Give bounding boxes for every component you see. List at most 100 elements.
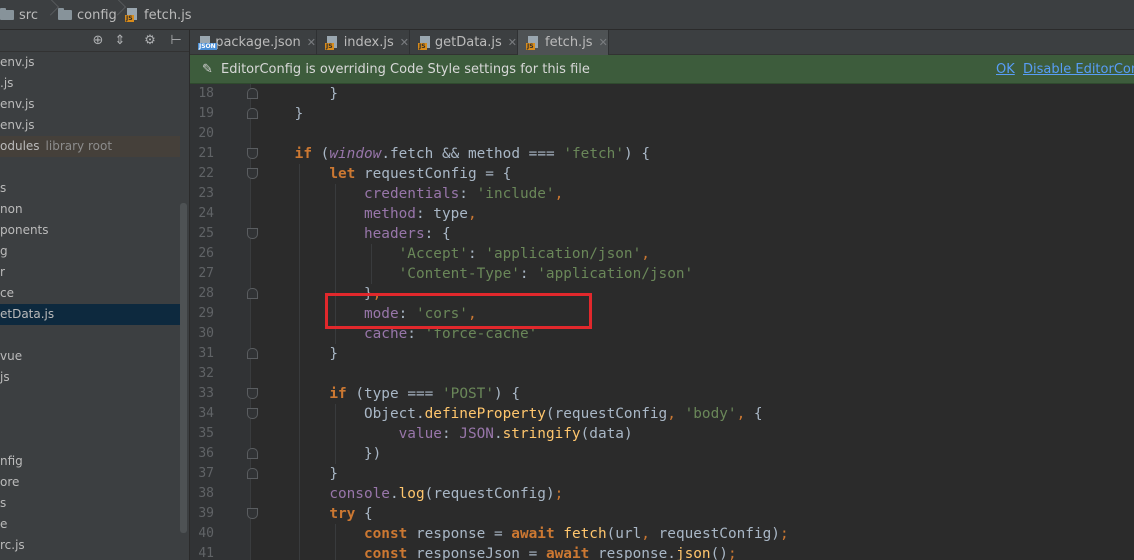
tree-item[interactable]: s bbox=[0, 493, 180, 514]
tree-item[interactable]: nfig bbox=[0, 451, 180, 472]
code-line[interactable]: 'Content-Type': 'application/json' bbox=[260, 264, 694, 284]
tree-item[interactable]: env.js bbox=[0, 115, 180, 136]
tree-item-label: e bbox=[0, 517, 8, 531]
code-line[interactable]: } bbox=[260, 344, 338, 364]
close-icon[interactable]: ✕ bbox=[307, 36, 316, 49]
line-number: 21 bbox=[198, 146, 214, 161]
breadcrumb-src[interactable]: src bbox=[0, 0, 38, 30]
line-number: 29 bbox=[198, 306, 214, 321]
code-line[interactable]: method: type, bbox=[260, 204, 477, 224]
fold-marker-icon[interactable] bbox=[247, 288, 258, 299]
breadcrumb-label: fetch.js bbox=[144, 7, 192, 23]
breadcrumb-fetch-js[interactable]: JS fetch.js bbox=[125, 0, 192, 30]
tree-item[interactable]: e bbox=[0, 514, 180, 535]
tab-index-js[interactable]: JS index.js ✕ bbox=[317, 30, 410, 55]
notification-ok-link[interactable]: OK bbox=[996, 55, 1015, 84]
tree-item-label: nfig bbox=[0, 454, 23, 468]
code-line[interactable]: console.log(requestConfig); bbox=[260, 484, 563, 504]
line-number: 39 bbox=[198, 506, 214, 521]
code-line[interactable]: 'Accept': 'application/json', bbox=[260, 244, 650, 264]
code-line[interactable]: headers: { bbox=[260, 224, 451, 244]
notification-text: EditorConfig is overriding Code Style se… bbox=[221, 62, 590, 77]
tree-item-label: ponents bbox=[0, 223, 49, 237]
code-line[interactable]: if (window.fetch && method === 'fetch') … bbox=[260, 144, 650, 164]
code-line[interactable]: Object.defineProperty(requestConfig, 'bo… bbox=[260, 404, 763, 424]
line-number: 25 bbox=[198, 226, 214, 241]
close-icon[interactable]: ✕ bbox=[508, 36, 517, 49]
fold-marker-icon[interactable] bbox=[247, 168, 258, 179]
library-root-label: library root bbox=[45, 139, 113, 153]
tree-item-label: env.js bbox=[0, 118, 35, 132]
tree-item[interactable]: non bbox=[0, 199, 180, 220]
tree-item[interactable]: ce bbox=[0, 283, 180, 304]
line-number: 30 bbox=[198, 326, 214, 341]
code-line[interactable]: const response = await fetch(url, reques… bbox=[260, 524, 789, 544]
tree-item-label: non bbox=[0, 202, 23, 216]
tree-item-node-modules[interactable]: odules library root bbox=[0, 136, 180, 157]
breadcrumb-config[interactable]: config bbox=[58, 0, 117, 30]
tree-item-selected[interactable]: etData.js bbox=[0, 304, 180, 325]
hide-panel-icon[interactable]: ⊢ bbox=[168, 33, 184, 49]
code-line[interactable]: } bbox=[260, 464, 338, 484]
js-file-icon: JS bbox=[125, 8, 139, 22]
json-file-icon: JSON bbox=[198, 35, 217, 50]
fold-marker-icon[interactable] bbox=[247, 508, 258, 519]
tree-item[interactable]: rc.js bbox=[0, 535, 180, 556]
editorconfig-notification: ✎ EditorConfig is overriding Code Style … bbox=[190, 55, 1134, 84]
fold-marker-icon[interactable] bbox=[247, 88, 258, 99]
tree-item[interactable]: env.js bbox=[0, 94, 180, 115]
line-number: 28 bbox=[198, 286, 214, 301]
project-scrollbar[interactable] bbox=[180, 203, 187, 533]
fold-marker-icon[interactable] bbox=[247, 348, 258, 359]
code-line[interactable]: let requestConfig = { bbox=[260, 164, 511, 184]
fold-marker-icon[interactable] bbox=[247, 448, 258, 459]
fold-marker-icon[interactable] bbox=[247, 108, 258, 119]
gear-icon[interactable]: ⚙ bbox=[142, 33, 158, 49]
tree-item[interactable]: js bbox=[0, 367, 180, 388]
code-line[interactable]: const responseJson = await response.json… bbox=[260, 544, 737, 560]
line-number: 37 bbox=[198, 466, 214, 481]
fold-marker-icon[interactable] bbox=[247, 228, 258, 239]
code-line[interactable]: credentials: 'include', bbox=[260, 184, 563, 204]
code-line[interactable]: }) bbox=[260, 444, 381, 464]
tab-getdata-js[interactable]: JS getData.js ✕ bbox=[410, 30, 518, 55]
tree-item[interactable]: .js bbox=[0, 73, 180, 94]
close-icon[interactable]: ✕ bbox=[400, 36, 409, 49]
code-line[interactable]: } bbox=[260, 84, 338, 104]
line-number: 24 bbox=[198, 206, 214, 221]
line-number: 35 bbox=[198, 426, 214, 441]
fold-marker-icon[interactable] bbox=[247, 468, 258, 479]
tab-label: package.json bbox=[215, 35, 301, 50]
line-number: 32 bbox=[198, 366, 214, 381]
line-number: 27 bbox=[198, 266, 214, 281]
line-number: 23 bbox=[198, 186, 214, 201]
tree-item[interactable]: g bbox=[0, 241, 180, 262]
close-icon[interactable]: ✕ bbox=[599, 36, 608, 49]
tree-item[interactable]: r bbox=[0, 262, 180, 283]
collapse-all-icon[interactable]: ⇕ bbox=[112, 33, 128, 49]
code-line[interactable]: if (type === 'POST') { bbox=[260, 384, 520, 404]
fold-marker-icon[interactable] bbox=[247, 388, 258, 399]
tree-item-label: s bbox=[0, 181, 7, 195]
tree-item-label: ce bbox=[0, 286, 14, 300]
code-line[interactable]: try { bbox=[260, 504, 372, 524]
tree-item-label: rc.js bbox=[0, 538, 25, 552]
code-line[interactable]: value: JSON.stringify(data) bbox=[260, 424, 633, 444]
line-number: 36 bbox=[198, 446, 214, 461]
fold-marker-icon[interactable] bbox=[247, 408, 258, 419]
tree-item[interactable]: s bbox=[0, 178, 180, 199]
tree-item[interactable]: env.js bbox=[0, 52, 180, 73]
tree-item[interactable]: vue bbox=[0, 346, 180, 367]
code-line[interactable]: } bbox=[260, 104, 304, 124]
tab-fetch-js[interactable]: JS fetch.js ✕ bbox=[518, 30, 609, 55]
tree-item-label: g bbox=[0, 244, 8, 258]
tab-package-json[interactable]: JSON package.json ✕ bbox=[190, 30, 317, 55]
tree-item[interactable]: ore bbox=[0, 472, 180, 493]
tree-item-label: etData.js bbox=[0, 307, 55, 321]
line-number: 34 bbox=[198, 406, 214, 421]
tree-item[interactable]: ponents bbox=[0, 220, 180, 241]
fold-marker-icon[interactable] bbox=[247, 148, 258, 159]
tab-label: getData.js bbox=[434, 35, 502, 50]
disable-editorconfig-link[interactable]: Disable EditorConfig bbox=[1023, 55, 1134, 84]
locate-icon[interactable]: ⊕ bbox=[90, 33, 106, 49]
